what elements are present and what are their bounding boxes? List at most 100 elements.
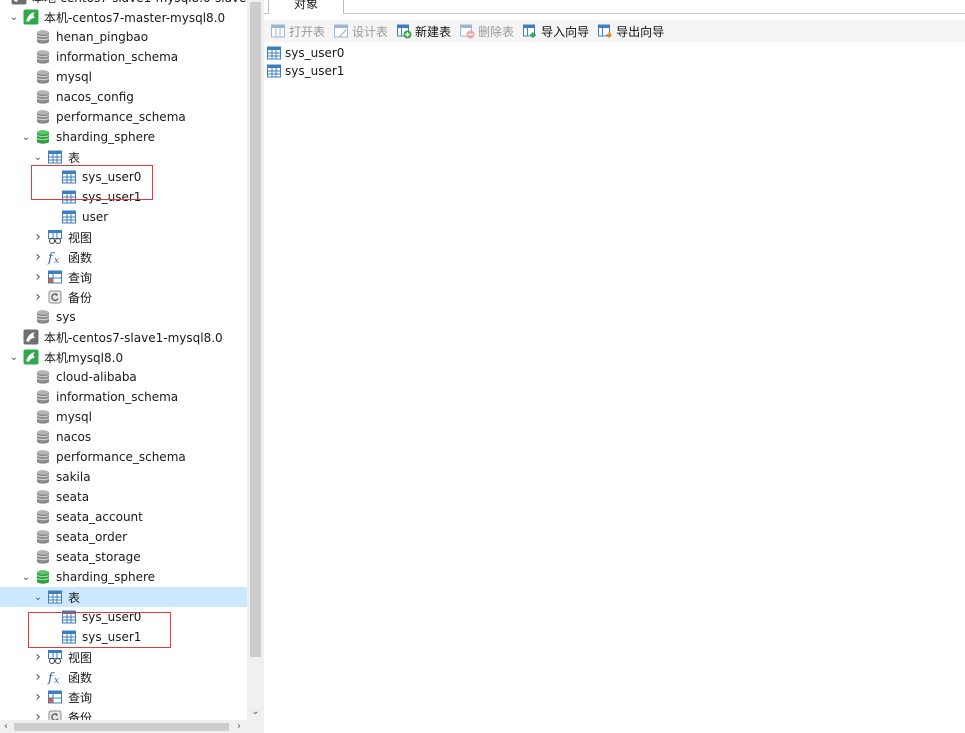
tree-item-label: seata_account xyxy=(56,510,143,524)
tree-item-label: 表 xyxy=(68,150,81,165)
tree-item[interactable]: henan_pingbao xyxy=(0,27,247,47)
tree-item[interactable]: › 备份 xyxy=(0,707,247,720)
scroll-left-icon[interactable]: ‹ xyxy=(0,720,12,733)
tree-item[interactable]: sakila xyxy=(0,467,247,487)
navigation-tree[interactable]: 本地-centos7-slave1-mysql8.0-slave1 ⌄ 本机-cen… xyxy=(0,0,247,720)
expand-chevron-down-icon[interactable]: ⌄ xyxy=(20,567,32,587)
scroll-right-icon[interactable]: › xyxy=(233,720,245,733)
tree-item[interactable]: sys_user0 xyxy=(0,607,247,627)
expand-chevron-down-icon[interactable]: ⌄ xyxy=(32,147,44,167)
tree-item[interactable]: performance_schema xyxy=(0,447,247,467)
tree-item[interactable]: ⌄ sharding_sphere xyxy=(0,127,247,147)
expand-chevron-right-icon[interactable]: › xyxy=(32,247,44,267)
tree-item[interactable]: seata_order xyxy=(0,527,247,547)
backup-icon xyxy=(47,289,63,305)
import-wizard-icon xyxy=(522,23,538,39)
tree-item[interactable]: › 视图 xyxy=(0,647,247,667)
vertical-scroll-thumb[interactable] xyxy=(250,2,261,657)
scroll-down-icon[interactable]: ⌄ xyxy=(247,703,264,720)
tree-item[interactable]: information_schema xyxy=(0,387,247,407)
tree-item-label: 备份 xyxy=(68,710,93,721)
expand-chevron-right-icon[interactable]: › xyxy=(32,707,44,720)
expand-chevron-right-icon[interactable]: › xyxy=(32,267,44,287)
expand-chevron-down-icon[interactable]: ⌄ xyxy=(8,347,20,367)
tree-item[interactable]: › 查询 xyxy=(0,267,247,287)
tree-item-label: performance_schema xyxy=(56,110,186,124)
database-icon xyxy=(35,89,51,105)
tree-item-label: seata xyxy=(56,490,90,504)
toolbar-button-import-wizard[interactable]: 导入向导 xyxy=(522,21,589,41)
tree-item[interactable]: › 视图 xyxy=(0,227,247,247)
tree-item[interactable]: ⌄ 本机-centos7-master-mysql8.0 xyxy=(0,7,247,27)
toolbar-button-design-table[interactable]: 设计表 xyxy=(333,21,388,41)
tree-item-label: seata_order xyxy=(56,530,128,544)
toolbar-button-new-table[interactable]: 新建表 xyxy=(396,21,451,41)
tree-item[interactable]: ⌄ 表 xyxy=(0,147,247,167)
scrollbar-corner xyxy=(247,720,264,733)
tree-item[interactable]: nacos xyxy=(0,427,247,447)
tree-item-label: performance_schema xyxy=(56,450,186,464)
expand-chevron-down-icon[interactable]: ⌄ xyxy=(32,587,44,607)
tree-item[interactable]: performance_schema xyxy=(0,107,247,127)
tree-item[interactable]: ⌄ 本机mysql8.0 xyxy=(0,347,247,367)
tree-item[interactable]: 本机-centos7-slave1-mysql8.0 xyxy=(0,327,247,347)
tree-item[interactable]: mysql xyxy=(0,407,247,427)
expand-chevron-right-icon[interactable]: › xyxy=(32,647,44,667)
tree-item[interactable]: nacos_config xyxy=(0,87,247,107)
tree-item[interactable]: mysql xyxy=(0,67,247,87)
tree-item-label: sys_user0 xyxy=(82,610,142,624)
tree-item[interactable]: information_schema xyxy=(0,47,247,67)
expand-chevron-right-icon[interactable]: › xyxy=(32,227,44,247)
tree-item[interactable]: › f x 函数 xyxy=(0,247,247,267)
svg-text:x: x xyxy=(54,256,59,265)
toolbar-button-label: 新建表 xyxy=(415,24,452,39)
object-list-item-label: sys_user1 xyxy=(285,64,345,78)
tree-item[interactable]: seata xyxy=(0,487,247,507)
objects-pane: 对象 打开表 设计表 新建表 删除表 导入向导 导出向导 sys_user0 sys_use… xyxy=(264,0,965,733)
database-open-icon xyxy=(35,569,51,585)
tree-item[interactable]: sys xyxy=(0,307,247,327)
tree-item[interactable]: ⌄ 表 xyxy=(0,587,247,607)
expand-chevron-down-icon[interactable]: ⌄ xyxy=(8,7,20,27)
object-list-item-label: sys_user0 xyxy=(285,46,345,60)
tree-item[interactable]: 本地-centos7-slave1-mysql8.0-slave1 xyxy=(0,0,247,7)
expand-chevron-right-icon[interactable]: › xyxy=(32,687,44,707)
tree-item[interactable]: sys_user1 xyxy=(0,187,247,207)
tree-horizontal-scrollbar[interactable]: ‹ › xyxy=(0,720,247,733)
toolbar-button-label: 打开表 xyxy=(289,24,326,39)
tree-item[interactable]: ⌄ sharding_sphere xyxy=(0,567,247,587)
toolbar-button-delete-table[interactable]: 删除表 xyxy=(459,21,514,41)
expand-chevron-right-icon[interactable]: › xyxy=(32,287,44,307)
tree-item[interactable]: › 查询 xyxy=(0,687,247,707)
toolbar-button-export-wizard[interactable]: 导出向导 xyxy=(597,21,664,41)
tree-item[interactable]: cloud-alibaba xyxy=(0,367,247,387)
table-icon xyxy=(266,63,282,79)
tree-item[interactable]: sys_user1 xyxy=(0,627,247,647)
expand-chevron-right-icon[interactable]: › xyxy=(32,667,44,687)
tree-item-label: mysql xyxy=(56,70,92,84)
tree-item[interactable]: › f x 函数 xyxy=(0,667,247,687)
tab-objects[interactable]: 对象 xyxy=(268,0,344,14)
tab-bar: 对象 xyxy=(264,0,965,14)
horizontal-scroll-thumb[interactable] xyxy=(14,723,229,731)
function-icon: fx xyxy=(47,669,63,686)
tree-item[interactable]: seata_storage xyxy=(0,547,247,567)
tree-item[interactable]: › 备份 xyxy=(0,287,247,307)
tree-vertical-scrollbar[interactable]: ⌄ xyxy=(247,0,264,720)
export-wizard-icon xyxy=(597,23,613,39)
object-list-item[interactable]: sys_user0 xyxy=(266,44,344,62)
database-icon xyxy=(35,489,51,505)
tree-item[interactable]: seata_account xyxy=(0,507,247,527)
tree-item[interactable]: sys_user0 xyxy=(0,167,247,187)
tree-item[interactable]: user xyxy=(0,207,247,227)
tree-item-label: 表 xyxy=(68,590,81,605)
toolbar-button-open-table[interactable]: 打开表 xyxy=(270,21,325,41)
object-list-item[interactable]: sys_user1 xyxy=(266,62,344,80)
database-icon xyxy=(35,509,51,525)
expand-chevron-down-icon[interactable]: ⌄ xyxy=(20,127,32,147)
table-icon xyxy=(266,45,282,61)
